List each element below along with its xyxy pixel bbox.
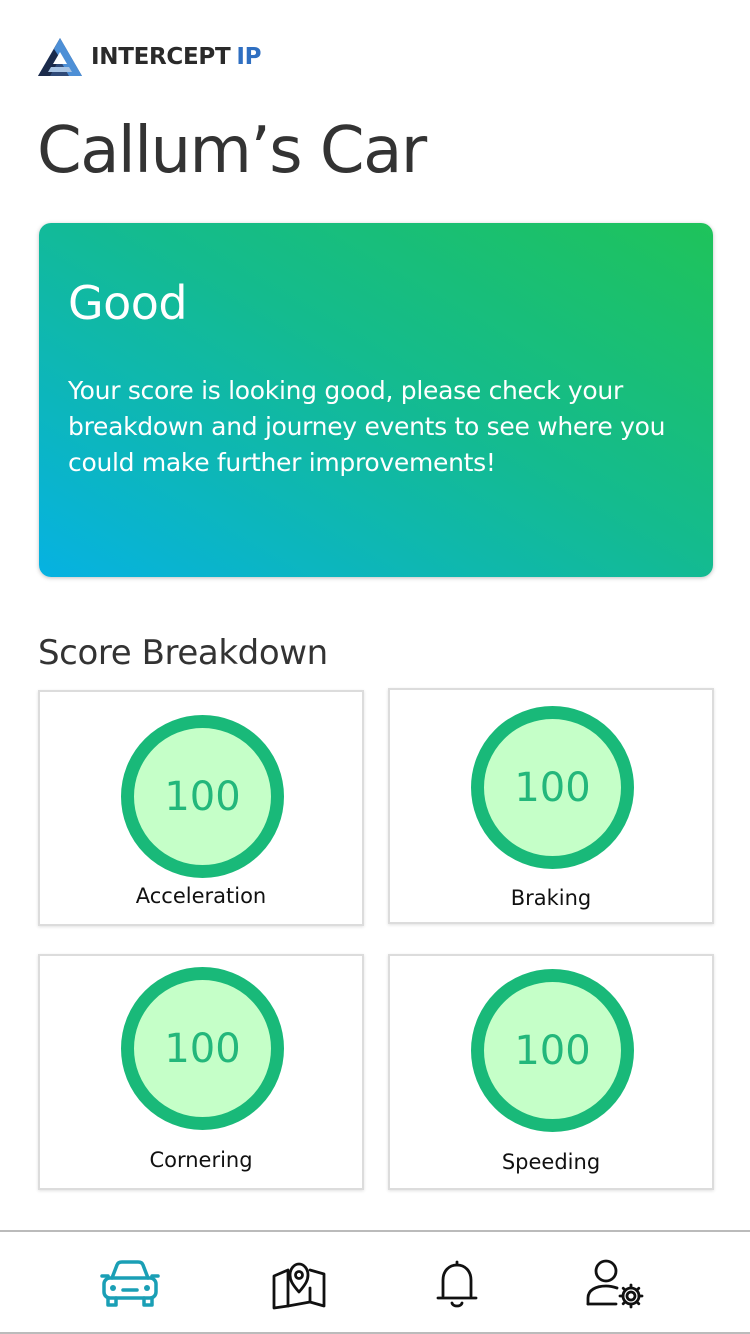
score-value: 100 [164, 1025, 241, 1072]
bottom-nav [0, 1230, 750, 1334]
nav-item-journeys[interactable] [264, 1254, 334, 1314]
score-label: Braking [510, 886, 592, 910]
logo-word: INTERCEPT [91, 43, 231, 70]
score-tile-speeding[interactable]: 100 Speeding [388, 954, 714, 1190]
bell-icon [436, 1260, 478, 1308]
score-tile-acceleration[interactable]: 100 Acceleration [38, 690, 364, 926]
score-tile-braking[interactable]: 100 Braking [388, 688, 714, 924]
app-logo: INTERCEPT IP [36, 36, 261, 78]
score-ring: 100 [121, 715, 284, 878]
intercept-logo-icon [38, 38, 82, 76]
page-title: Callum’s Car [37, 114, 427, 188]
score-label: Speeding [501, 1150, 601, 1174]
score-ring: 100 [121, 967, 284, 1130]
nav-item-account[interactable] [582, 1254, 652, 1314]
map-pin-icon [272, 1262, 326, 1310]
score-value: 100 [514, 764, 591, 811]
score-message: Your score is looking good, please check… [68, 376, 666, 477]
nav-item-vehicle[interactable] [95, 1254, 165, 1314]
car-icon [100, 1260, 160, 1307]
score-label: Cornering [149, 1148, 253, 1172]
nav-item-notifications[interactable] [422, 1254, 492, 1314]
score-status-card: Good Your score is looking good, please … [39, 223, 713, 577]
score-tile-cornering[interactable]: 100 Cornering [38, 954, 364, 1190]
logo-wordmark: INTERCEPT IP [91, 43, 262, 70]
score-rating: Good [68, 276, 188, 330]
score-label: Acceleration [135, 884, 267, 908]
screen: INTERCEPT IP Callum’s Car Good Your score… [0, 0, 750, 1334]
score-ring: 100 [471, 969, 634, 1132]
score-breakdown-title: Score Breakdown [38, 633, 328, 673]
logo-suffix: IP [236, 43, 262, 70]
user-settings-icon [586, 1259, 644, 1309]
score-ring: 100 [471, 706, 634, 869]
score-value: 100 [514, 1027, 591, 1074]
score-value: 100 [164, 773, 241, 820]
